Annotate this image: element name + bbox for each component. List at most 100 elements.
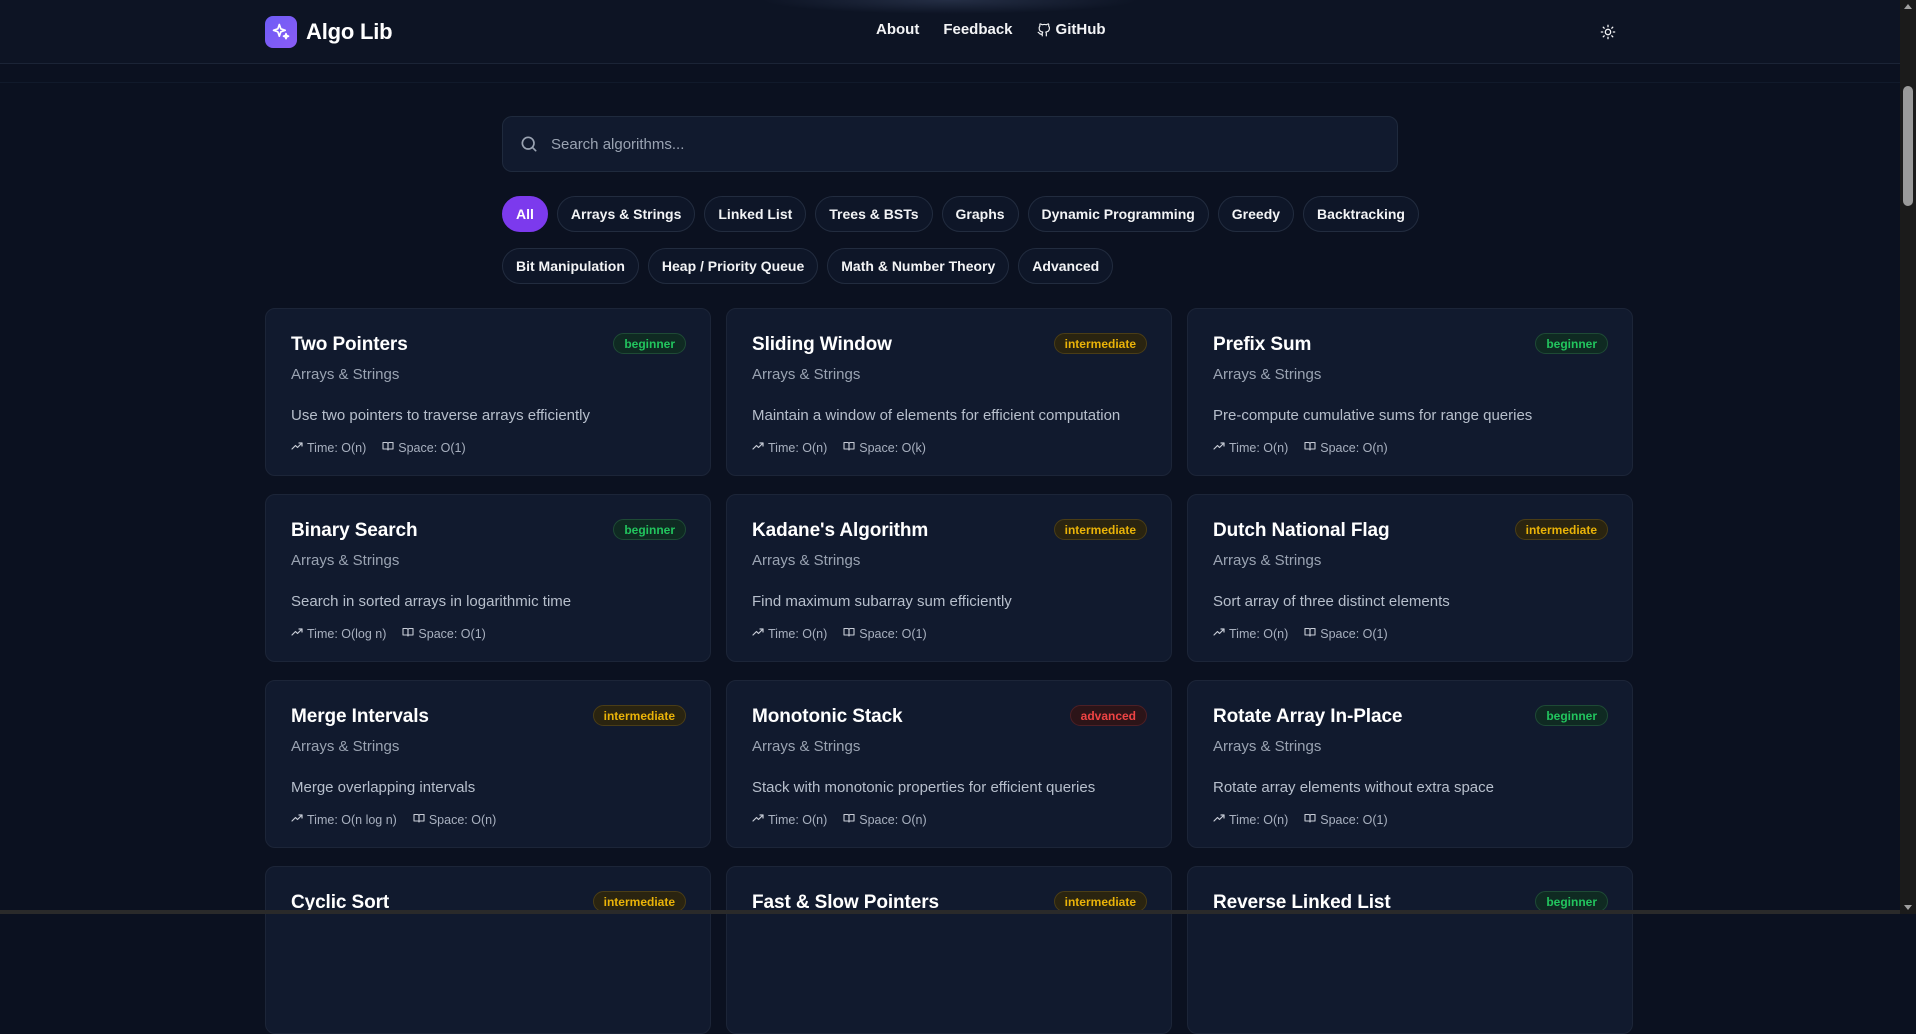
space-complexity: Space: O(k) (859, 440, 926, 455)
space-complexity: Space: O(1) (418, 626, 486, 641)
book-open-icon (1304, 812, 1316, 827)
trending-up-icon (752, 626, 764, 641)
space-complexity: Space: O(n) (859, 812, 927, 827)
search-bar[interactable] (502, 116, 1398, 172)
book-open-icon (402, 626, 414, 641)
time-complexity: Time: O(n) (768, 812, 828, 827)
category-filters: All Arrays & Strings Linked List Trees & BS… (502, 196, 1419, 284)
algorithm-card[interactable]: Prefix Sum beginner Arrays & Strings Pre-co… (1187, 308, 1633, 476)
filter-row: Bit Manipulation Heap / Priority Queue Mat… (502, 248, 1402, 284)
nav-about-link[interactable]: About (876, 21, 919, 38)
space-complexity: Space: O(1) (1320, 812, 1388, 827)
card-complexity: Time: O(n) Space: O(1) (1213, 812, 1608, 827)
algorithm-card[interactable]: Sliding Window intermediate Arrays & Strin… (726, 308, 1172, 476)
filter-chip-trees-bsts[interactable]: Trees & BSTs (815, 196, 933, 232)
time-complexity: Time: O(n) (307, 440, 367, 455)
brand-logo-link[interactable]: Algo Lib (265, 16, 393, 48)
algorithm-card[interactable]: Fast & Slow Pointers intermediate (726, 866, 1172, 1034)
filter-chip-arrays-strings[interactable]: Arrays & Strings (556, 196, 696, 232)
algorithm-card[interactable]: Two Pointers beginner Arrays & Strings Use … (265, 308, 711, 476)
trending-up-icon (1213, 626, 1225, 641)
space-complexity: Space: O(1) (859, 626, 927, 641)
trending-up-icon (752, 440, 764, 455)
algorithm-card[interactable]: Merge Intervals intermediate Arrays & Stri… (265, 680, 711, 848)
filter-chip-heap-priority-queue[interactable]: Heap / Priority Queue (647, 248, 819, 284)
difficulty-badge: intermediate (1514, 519, 1608, 540)
divider (0, 82, 1900, 83)
difficulty-badge: intermediate (592, 705, 686, 726)
algorithm-card[interactable]: Rotate Array In-Place beginner Arrays & St… (1187, 680, 1633, 848)
scroll-thumb[interactable] (1903, 86, 1913, 206)
trending-up-icon (291, 440, 303, 455)
card-complexity: Time: O(log n) Space: O(1) (291, 626, 686, 641)
card-category: Arrays & Strings (752, 366, 861, 383)
difficulty-badge: intermediate (1053, 891, 1147, 912)
time-complexity: Time: O(n) (1229, 626, 1289, 641)
card-category: Arrays & Strings (752, 738, 861, 755)
card-description: Rotate array elements without extra spac… (1213, 779, 1494, 796)
top-header: Algo Lib About Feedback GitHub (0, 0, 1900, 64)
card-complexity: Time: O(n) Space: O(1) (1213, 626, 1608, 641)
algorithm-card[interactable]: Monotonic Stack advanced Arrays & Strings S… (726, 680, 1172, 848)
trending-up-icon (291, 812, 303, 827)
nav-feedback-link[interactable]: Feedback (943, 21, 1012, 38)
card-complexity: Time: O(n) Space: O(k) (752, 440, 1147, 455)
filter-chip-greedy[interactable]: Greedy (1217, 196, 1295, 232)
card-complexity: Time: O(n) Space: O(1) (291, 440, 686, 455)
algorithm-card[interactable]: Binary Search beginner Arrays & Strings Sea… (265, 494, 711, 662)
window-edge (0, 910, 1900, 914)
trending-up-icon (291, 626, 303, 641)
trending-up-icon (752, 812, 764, 827)
filter-chip-linked-list[interactable]: Linked List (704, 196, 807, 232)
search-input[interactable] (551, 135, 1397, 153)
algorithm-card[interactable]: Reverse Linked List beginner (1187, 866, 1633, 1034)
card-description: Stack with monotonic properties for effi… (752, 779, 1096, 796)
nav-github-link[interactable]: GitHub (1037, 21, 1106, 38)
space-complexity: Space: O(n) (428, 812, 497, 827)
book-open-icon (843, 626, 855, 641)
card-description: Use two pointers to traverse arrays effi… (291, 407, 591, 424)
theme-toggle-button[interactable] (1598, 22, 1618, 42)
sparkles-icon (265, 16, 297, 48)
card-category: Arrays & Strings (1213, 552, 1322, 569)
difficulty-badge: intermediate (592, 891, 686, 912)
trending-up-icon (1213, 812, 1225, 827)
book-open-icon (843, 440, 855, 455)
difficulty-badge: beginner (613, 519, 686, 540)
filter-chip-backtracking[interactable]: Backtracking (1303, 196, 1419, 232)
space-complexity: Space: O(1) (1320, 626, 1388, 641)
filter-chip-math-number-theory[interactable]: Math & Number Theory (827, 248, 1010, 284)
main-nav: About Feedback GitHub (876, 21, 1106, 38)
filter-chip-bit-manipulation[interactable]: Bit Manipulation (502, 248, 639, 284)
difficulty-badge: beginner (1535, 891, 1608, 912)
card-description: Sort array of three distinct elements (1213, 593, 1450, 610)
algorithm-card[interactable]: Kadane's Algorithm intermediate Arrays & S… (726, 494, 1172, 662)
scroll-down-icon[interactable] (1904, 905, 1912, 910)
scrollbar[interactable] (1900, 0, 1916, 914)
algorithm-card[interactable]: Dutch National Flag intermediate Arrays & … (1187, 494, 1633, 662)
filter-chip-dynamic-programming[interactable]: Dynamic Programming (1027, 196, 1209, 232)
card-description: Find maximum subarray sum efficiently (752, 593, 1012, 610)
difficulty-badge: beginner (1535, 333, 1608, 354)
algorithm-card[interactable]: Cyclic Sort intermediate (265, 866, 711, 1034)
header-glow (760, 0, 1140, 14)
time-complexity: Time: O(n) (1229, 440, 1289, 455)
time-complexity: Time: O(n) (768, 440, 828, 455)
card-complexity: Time: O(n log n) Space: O(n) (291, 812, 686, 827)
filter-chip-advanced[interactable]: Advanced (1018, 248, 1114, 284)
card-category: Arrays & Strings (291, 738, 400, 755)
github-icon (1037, 22, 1050, 36)
book-open-icon (843, 812, 855, 827)
card-description: Maintain a window of elements for effici… (752, 407, 1121, 424)
time-complexity: Time: O(log n) (307, 626, 387, 641)
card-category: Arrays & Strings (1213, 366, 1322, 383)
difficulty-badge: intermediate (1053, 333, 1147, 354)
scroll-up-icon[interactable] (1904, 4, 1912, 9)
card-category: Arrays & Strings (291, 552, 400, 569)
filter-chip-all[interactable]: All (502, 196, 548, 232)
card-complexity: Time: O(n) Space: O(n) (752, 812, 1147, 827)
card-category: Arrays & Strings (752, 552, 861, 569)
difficulty-badge: advanced (1069, 705, 1147, 726)
filter-row: All Arrays & Strings Linked List Trees & BS… (502, 196, 1419, 232)
filter-chip-graphs[interactable]: Graphs (941, 196, 1019, 232)
